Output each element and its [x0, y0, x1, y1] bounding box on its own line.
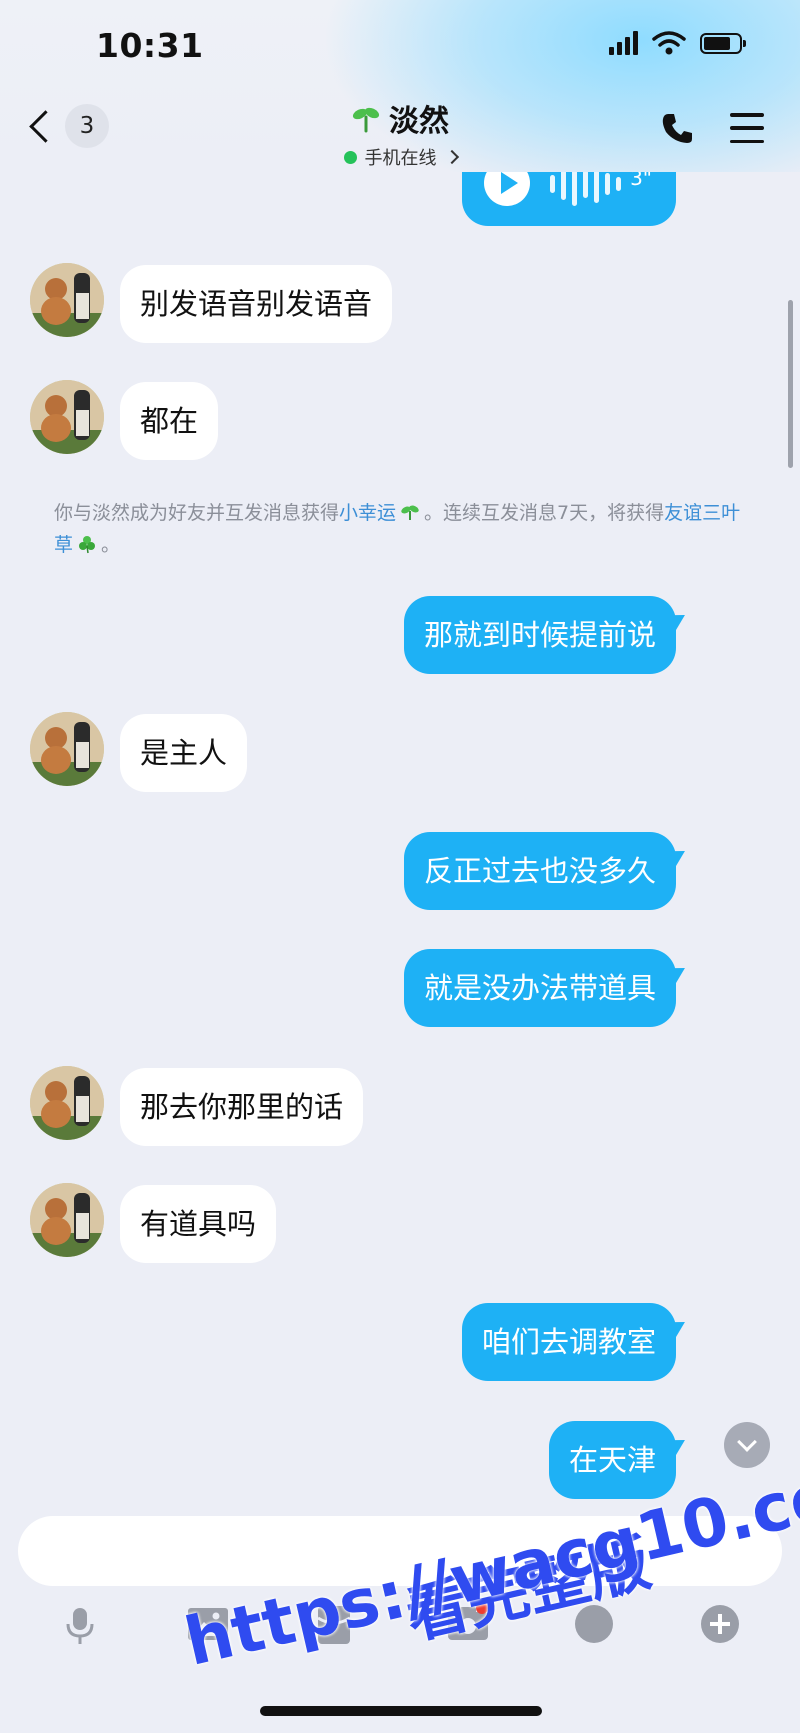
- message-row: 是主人: [30, 712, 248, 792]
- status-time: 10:31: [96, 26, 204, 65]
- avatar-image: [30, 1066, 104, 1140]
- clover-icon: [79, 536, 96, 554]
- input-toolbar: [0, 1596, 800, 1658]
- contact-name: 淡然: [389, 104, 449, 139]
- message-bubble[interactable]: 在天津: [548, 1421, 676, 1499]
- status-icons: [609, 30, 746, 56]
- header: 10:31 3 淡然 手机在线: [0, 0, 800, 172]
- message-row: 就是没办法带道具: [403, 949, 676, 1027]
- avatar-image: [30, 380, 104, 454]
- message-bubble[interactable]: 就是没办法带道具: [403, 949, 676, 1027]
- emoji-icon[interactable]: [566, 1596, 622, 1652]
- message-row: 都在: [30, 380, 219, 460]
- sprout-icon: [352, 107, 380, 133]
- wifi-icon: [652, 31, 686, 55]
- online-status-text: 手机在线: [364, 148, 437, 169]
- message-bubble[interactable]: 反正过去也没多久: [403, 832, 676, 910]
- contact-avatar[interactable]: [30, 380, 104, 454]
- camera-icon[interactable]: [440, 1596, 496, 1652]
- chat-screen: 3" 别发语音别发语音 都在 你与淡然成为好友并互发消息获得小幸运 。连续互发消…: [0, 0, 800, 1733]
- message-row: 有道具吗: [30, 1183, 277, 1263]
- message-row: 在天津: [548, 1421, 676, 1499]
- signal-icon: [609, 31, 638, 55]
- avatar-image: [30, 712, 104, 786]
- phone-icon[interactable]: [660, 110, 696, 146]
- menu-icon[interactable]: [730, 113, 764, 143]
- contact-avatar[interactable]: [30, 712, 104, 786]
- online-dot-icon: [343, 150, 357, 164]
- battery-icon: [700, 32, 746, 54]
- red-packet-icon[interactable]: [306, 1596, 362, 1652]
- scroll-indicator[interactable]: [788, 300, 793, 468]
- system-notice: 你与淡然成为好友并互发消息获得小幸运 。连续互发消息7天，将获得友谊三叶草。: [54, 502, 741, 556]
- message-bubble[interactable]: 那去你那里的话: [120, 1068, 364, 1146]
- avatar-image: [30, 263, 104, 337]
- contact-avatar[interactable]: [30, 263, 104, 337]
- plus-icon[interactable]: [692, 1596, 748, 1652]
- chat-history[interactable]: 3" 别发语音别发语音 都在 你与淡然成为好友并互发消息获得小幸运 。连续互发消…: [0, 0, 800, 1500]
- microphone-icon[interactable]: [52, 1596, 108, 1652]
- message-bubble[interactable]: 是主人: [120, 714, 248, 792]
- scroll-to-bottom-button[interactable]: [724, 1422, 770, 1468]
- message-bubble[interactable]: 有道具吗: [120, 1185, 277, 1263]
- message-row: 咱们去调教室: [461, 1303, 676, 1381]
- avatar-image: [30, 1183, 104, 1257]
- message-row: 反正过去也没多久: [403, 832, 676, 910]
- lucky-link[interactable]: 小幸运: [339, 502, 396, 524]
- message-bubble[interactable]: 那就到时候提前说: [403, 596, 676, 674]
- message-row: 那就到时候提前说: [403, 596, 676, 674]
- message-row: 别发语音别发语音: [30, 263, 393, 343]
- message-bubble[interactable]: 咱们去调教室: [461, 1303, 676, 1381]
- online-status[interactable]: 手机在线: [0, 144, 800, 170]
- contact-avatar[interactable]: [30, 1183, 104, 1257]
- sprout-icon: [401, 505, 419, 520]
- home-indicator[interactable]: [260, 1706, 542, 1716]
- contact-avatar[interactable]: [30, 1066, 104, 1140]
- message-row: 那去你那里的话: [30, 1066, 364, 1146]
- message-input[interactable]: [18, 1516, 782, 1586]
- message-bubble[interactable]: 都在: [120, 382, 219, 460]
- chevron-right-icon: [444, 149, 459, 165]
- image-icon[interactable]: [180, 1596, 236, 1652]
- message-bubble[interactable]: 别发语音别发语音: [120, 265, 393, 343]
